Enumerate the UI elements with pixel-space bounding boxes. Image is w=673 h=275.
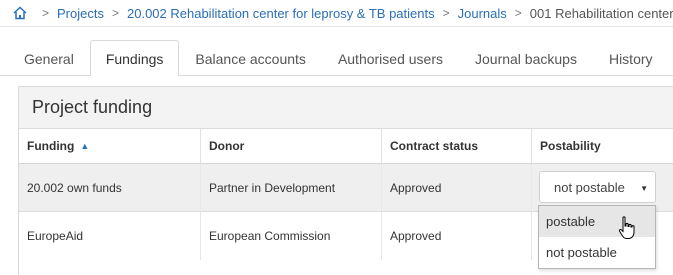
sort-ascending-icon: ▲ <box>80 141 90 151</box>
tab-bar: General Fundings Balance accounts Author… <box>8 40 669 76</box>
tab-fundings[interactable]: Fundings <box>89 40 180 76</box>
breadcrumb-separator: > <box>42 6 50 20</box>
cell-funding: 20.002 own funds <box>19 164 201 212</box>
column-header-postability[interactable]: Postability <box>532 129 673 164</box>
cell-contract-status: Approved <box>382 164 532 212</box>
panel-title: Project funding <box>19 87 673 129</box>
breadcrumb-project[interactable]: 20.002 Rehabilitation center for leprosy… <box>127 6 435 21</box>
option-postable[interactable]: postable <box>539 206 655 237</box>
breadcrumb-journals[interactable]: Journals <box>458 6 507 21</box>
breadcrumb-separator: > <box>514 6 522 20</box>
divider <box>0 26 673 27</box>
breadcrumb-projects[interactable]: Projects <box>57 6 104 21</box>
table-header-row: Funding ▲ Donor Contract status Postabil… <box>19 129 673 164</box>
tab-general[interactable]: General <box>8 40 90 76</box>
tab-journal-backups[interactable]: Journal backups <box>459 40 593 76</box>
caret-down-icon: ▼ <box>640 184 648 193</box>
cell-donor: Partner in Development <box>201 164 382 212</box>
breadcrumb: > Projects > 20.002 Rehabilitation cente… <box>0 0 673 26</box>
cell-funding: EuropeAid <box>19 212 201 260</box>
breadcrumb-separator: > <box>111 6 119 20</box>
breadcrumb-current: 001 Rehabilitation center <box>529 5 673 21</box>
column-header-contract-status[interactable]: Contract status <box>382 129 532 164</box>
option-not-postable[interactable]: not postable <box>539 237 655 268</box>
home-icon[interactable] <box>12 5 28 21</box>
tab-history[interactable]: History <box>593 40 669 76</box>
column-header-funding[interactable]: Funding ▲ <box>19 129 201 164</box>
tab-authorised-users[interactable]: Authorised users <box>322 40 459 76</box>
postability-select[interactable]: not postable ▼ <box>539 171 656 203</box>
column-header-donor[interactable]: Donor <box>201 129 382 164</box>
breadcrumb-separator: > <box>442 6 450 20</box>
column-header-label: Funding <box>27 139 75 153</box>
cell-contract-status: Approved <box>382 212 532 260</box>
tab-balance-accounts[interactable]: Balance accounts <box>179 40 322 76</box>
select-value: not postable <box>554 179 625 195</box>
postability-dropdown: postable not postable <box>538 205 656 269</box>
cell-donor: European Commission <box>201 212 382 260</box>
